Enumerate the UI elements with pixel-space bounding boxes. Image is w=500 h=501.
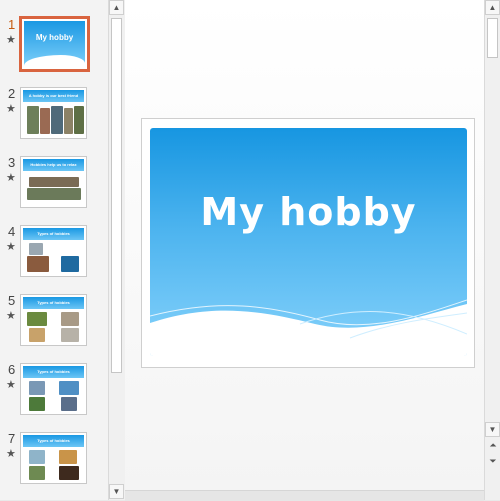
slide-preview[interactable]: Hobbies help us to relax bbox=[20, 156, 87, 208]
scroll-down-triangle-down-icon[interactable]: ▼ bbox=[109, 484, 124, 499]
slide-number: 4 bbox=[8, 224, 16, 239]
slide-thumbnail-pane: 1 ★ My hobby 2 ★ A hobby is our best fri… bbox=[0, 0, 108, 500]
slide-number: 1 bbox=[8, 17, 16, 32]
slide-preview-title: Types of hobbies bbox=[37, 231, 70, 236]
slide-preview-title: A hobby is our best friend bbox=[28, 93, 79, 98]
animation-star-icon: ★ bbox=[6, 379, 16, 391]
thumbnail-scrollbar[interactable]: ▲ ▼ bbox=[108, 0, 125, 500]
next-slide-double-chevron-down-icon[interactable]: ⏷ bbox=[487, 456, 499, 467]
picture bbox=[29, 177, 79, 187]
slide-number: 7 bbox=[8, 431, 16, 446]
picture bbox=[59, 381, 79, 395]
slide-preview-title: Types of hobbies bbox=[37, 369, 70, 374]
slide-preview[interactable]: My hobby bbox=[19, 16, 90, 72]
slide-thumbnail-3[interactable]: 3 ★ Hobbies help us to relax bbox=[0, 156, 108, 220]
animation-star-icon: ★ bbox=[6, 241, 16, 253]
wave-decoration bbox=[24, 55, 85, 67]
slide-preview[interactable]: Types of hobbies bbox=[20, 225, 87, 277]
slide-thumbnail-6[interactable]: 6 ★ Types of hobbies bbox=[0, 363, 108, 427]
picture bbox=[61, 312, 79, 326]
slide-thumbnail-1[interactable]: 1 ★ My hobby bbox=[0, 16, 108, 82]
slide-number: 5 bbox=[8, 293, 16, 308]
slide-preview-header: Types of hobbies bbox=[23, 297, 84, 309]
slide-preview[interactable]: Types of hobbies bbox=[20, 294, 87, 346]
animation-star-icon: ★ bbox=[6, 310, 16, 322]
scrollbar-thumb[interactable] bbox=[111, 18, 122, 373]
slide-preview-header: A hobby is our best friend bbox=[23, 90, 84, 102]
scrollbar-thumb[interactable] bbox=[487, 18, 498, 58]
slide-thumbnail-2[interactable]: 2 ★ A hobby is our best friend bbox=[0, 87, 108, 151]
slide-thumbnail-4[interactable]: 4 ★ Types of hobbies bbox=[0, 225, 108, 289]
slide-thumbnail-7[interactable]: 7 ★ Types of hobbies bbox=[0, 432, 108, 496]
animation-star-icon: ★ bbox=[6, 172, 16, 184]
picture bbox=[29, 381, 45, 395]
editor-bottom-edge bbox=[125, 490, 484, 501]
wave-decoration bbox=[150, 299, 467, 356]
picture bbox=[61, 328, 79, 342]
slide-preview-header: Types of hobbies bbox=[23, 435, 84, 447]
title-slide-background: My hobby bbox=[150, 128, 467, 356]
slide-preview-header: Types of hobbies bbox=[23, 366, 84, 378]
slide-preview[interactable]: Types of hobbies bbox=[20, 363, 87, 415]
picture bbox=[61, 397, 77, 411]
slide-number: 3 bbox=[8, 155, 16, 170]
slide-thumbnail-5[interactable]: 5 ★ Types of hobbies bbox=[0, 294, 108, 358]
slide-number: 6 bbox=[8, 362, 16, 377]
picture bbox=[27, 312, 47, 326]
previous-slide-double-chevron-up-icon[interactable]: ⏶ bbox=[487, 440, 499, 451]
slide-preview[interactable]: A hobby is our best friend bbox=[20, 87, 87, 139]
slide-preview-title: Hobbies help us to relax bbox=[30, 162, 77, 167]
slide-preview-title: Types of hobbies bbox=[37, 300, 70, 305]
slide-preview-header: Types of hobbies bbox=[23, 228, 84, 240]
title-slide-background: My hobby bbox=[24, 21, 85, 67]
scroll-up-triangle-up-icon[interactable]: ▲ bbox=[485, 0, 500, 15]
picture bbox=[29, 243, 43, 255]
animation-star-icon: ★ bbox=[6, 34, 16, 46]
picture bbox=[61, 256, 79, 272]
picture bbox=[29, 328, 45, 342]
slide-preview-title: My hobby bbox=[35, 33, 74, 42]
scroll-up-triangle-up-icon[interactable]: ▲ bbox=[109, 0, 124, 15]
picture bbox=[59, 466, 79, 480]
slide-title[interactable]: My hobby bbox=[150, 190, 467, 234]
slide-number: 2 bbox=[8, 86, 16, 101]
slide-preview-header: Hobbies help us to relax bbox=[23, 159, 84, 171]
picture bbox=[29, 466, 45, 480]
slide-preview-title: Types of hobbies bbox=[37, 438, 70, 443]
picture bbox=[64, 108, 73, 134]
scroll-down-triangle-down-icon[interactable]: ▼ bbox=[485, 422, 500, 437]
animation-star-icon: ★ bbox=[6, 103, 16, 115]
picture bbox=[29, 397, 45, 411]
picture bbox=[51, 106, 63, 134]
picture bbox=[27, 106, 39, 134]
picture bbox=[59, 450, 77, 464]
picture bbox=[40, 108, 50, 134]
picture bbox=[27, 188, 81, 200]
animation-star-icon: ★ bbox=[6, 448, 16, 460]
editor-scrollbar[interactable]: ▲ ▼ ⏶ ⏷ bbox=[484, 0, 500, 500]
picture bbox=[74, 106, 84, 134]
picture bbox=[27, 256, 49, 272]
picture bbox=[29, 450, 45, 464]
slide-preview[interactable]: Types of hobbies bbox=[20, 432, 87, 484]
